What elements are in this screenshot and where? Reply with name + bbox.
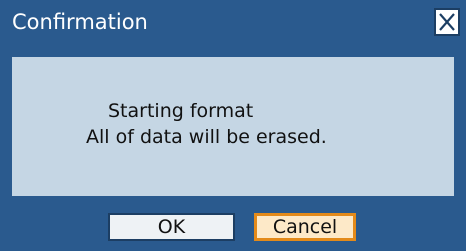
close-button[interactable] [434,8,460,36]
message-line-2: All of data will be erased. [86,126,327,148]
message-line-1: Starting format [108,100,254,122]
dialog-titlebar: Confirmation [0,0,466,44]
dialog-title: Confirmation [12,10,148,34]
close-icon [439,13,455,31]
cancel-button[interactable]: Cancel [254,213,356,241]
ok-button[interactable]: OK [108,213,235,241]
confirmation-dialog: Confirmation Starting format All of data… [0,0,466,251]
